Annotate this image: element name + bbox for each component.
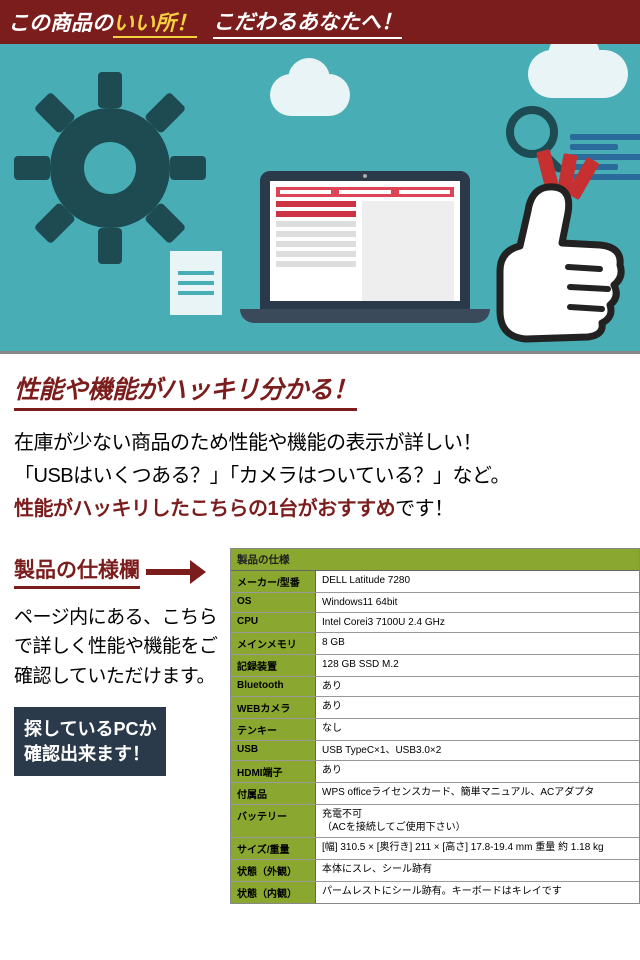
feature-section: 性能や機能がハッキリ分かる！ 在庫が少ない商品のため性能や機能の表示が詳しい！ …: [0, 354, 640, 538]
spec-key: テンキー: [231, 719, 316, 740]
spec-key: メインメモリ: [231, 633, 316, 654]
gear-icon: [10, 68, 210, 268]
table-row: バッテリー充電不可 （ACを接続してご使用下さい）: [231, 805, 639, 838]
table-row: サイズ/重量[幅] 310.5 × [奥行き] 211 × [高さ] 17.8-…: [231, 838, 639, 860]
table-row: 状態（外観）本体にスレ、シール跡有: [231, 860, 639, 882]
spec-key: CPU: [231, 613, 316, 632]
spec-value: WPS officeライセンスカード、簡単マニュアル、ACアダプタ: [316, 783, 639, 804]
thumbs-up-icon: [450, 161, 640, 354]
spec-key: 状態（外観）: [231, 860, 316, 881]
section-body: 在庫が少ない商品のため性能や機能の表示が詳しい！ 「USBはいくつある？」「カメ…: [14, 427, 626, 526]
section-title: 性能や機能がハッキリ分かる！: [14, 370, 357, 411]
spec-cta-badge: 探しているPCか 確認出来ます！: [14, 707, 166, 776]
body-line-1: 在庫が少ない商品のため性能や機能の表示が詳しい！: [14, 432, 482, 454]
spec-value: 本体にスレ、シール跡有: [316, 860, 639, 881]
spec-key: USB: [231, 741, 316, 760]
table-row: 記録装置128 GB SSD M.2: [231, 655, 639, 677]
spec-key: サイズ/重量: [231, 838, 316, 859]
spec-value: パームレストにシール跡有。キーボードはキレイです: [316, 882, 639, 903]
table-row: HDMI端子あり: [231, 761, 639, 783]
document-icon: [170, 251, 222, 315]
spec-value: あり: [316, 697, 639, 718]
spec-key: 状態（内観）: [231, 882, 316, 903]
table-row: CPUIntel Corei3 7100U 2.4 GHz: [231, 613, 639, 633]
table-row: OSWindows11 64bit: [231, 593, 639, 613]
body-line-2: 「USBはいくつある？」「カメラはついている？」など。: [14, 465, 510, 487]
table-row: メーカー/型番DELL Latitude 7280: [231, 571, 639, 593]
spec-key: Bluetooth: [231, 677, 316, 696]
arrow-right-icon: [146, 569, 192, 575]
table-row: メインメモリ8 GB: [231, 633, 639, 655]
spec-key: 記録装置: [231, 655, 316, 676]
spec-value: [幅] 310.5 × [奥行き] 211 × [高さ] 17.8-19.4 m…: [316, 838, 639, 859]
header-tagline: こだわるあなたへ！: [213, 6, 402, 39]
header-highlight: いい所！: [113, 12, 197, 38]
spec-value: DELL Latitude 7280: [316, 571, 639, 592]
body-emphasis: 性能がハッキリしたこちらの1台がおすすめ: [14, 498, 395, 520]
spec-value: なし: [316, 719, 639, 740]
table-row: WEBカメラあり: [231, 697, 639, 719]
cta-line-2: 確認出来ます！: [24, 744, 150, 764]
cta-line-1: 探しているPCか: [24, 719, 156, 739]
header-prefix: この商品のいい所！: [8, 7, 197, 37]
table-row: テンキーなし: [231, 719, 639, 741]
spec-key: OS: [231, 593, 316, 612]
table-row: 状態（内観）パームレストにシール跡有。キーボードはキレイです: [231, 882, 639, 903]
spec-value: あり: [316, 677, 639, 696]
spec-value: 8 GB: [316, 633, 639, 654]
spec-key: 付属品: [231, 783, 316, 804]
spec-label: 製品の仕様欄: [14, 554, 140, 589]
spec-key: メーカー/型番: [231, 571, 316, 592]
table-row: Bluetoothあり: [231, 677, 639, 697]
spec-value: 充電不可 （ACを接続してご使用下さい）: [316, 805, 639, 837]
spec-key: WEBカメラ: [231, 697, 316, 718]
cloud-icon: [270, 74, 350, 116]
table-row: USBUSB TypeC×1、USB3.0×2: [231, 741, 639, 761]
hero-illustration: [0, 44, 640, 354]
spec-left-column: 製品の仕様欄 ページ内にある、こちらで詳しく性能や機能をご確認していただけます。…: [0, 548, 230, 904]
body-line-3b: です！: [395, 498, 454, 520]
spec-value: 128 GB SSD M.2: [316, 655, 639, 676]
spec-row: 製品の仕様欄 ページ内にある、こちらで詳しく性能や機能をご確認していただけます。…: [0, 548, 640, 904]
spec-table: 製品の仕様 メーカー/型番DELL Latitude 7280OSWindows…: [230, 548, 640, 904]
cloud-icon: [528, 50, 628, 98]
spec-value: Intel Corei3 7100U 2.4 GHz: [316, 613, 639, 632]
spec-description: ページ内にある、こちらで詳しく性能や機能をご確認していただけます。: [14, 603, 228, 691]
spec-value: USB TypeC×1、USB3.0×2: [316, 741, 639, 760]
table-row: 付属品WPS officeライセンスカード、簡単マニュアル、ACアダプタ: [231, 783, 639, 805]
promo-header: この商品のいい所！ こだわるあなたへ！: [0, 0, 640, 44]
spec-value: あり: [316, 761, 639, 782]
spec-value: Windows11 64bit: [316, 593, 639, 612]
spec-table-header: 製品の仕様: [231, 549, 639, 571]
spec-key: HDMI端子: [231, 761, 316, 782]
spec-key: バッテリー: [231, 805, 316, 837]
